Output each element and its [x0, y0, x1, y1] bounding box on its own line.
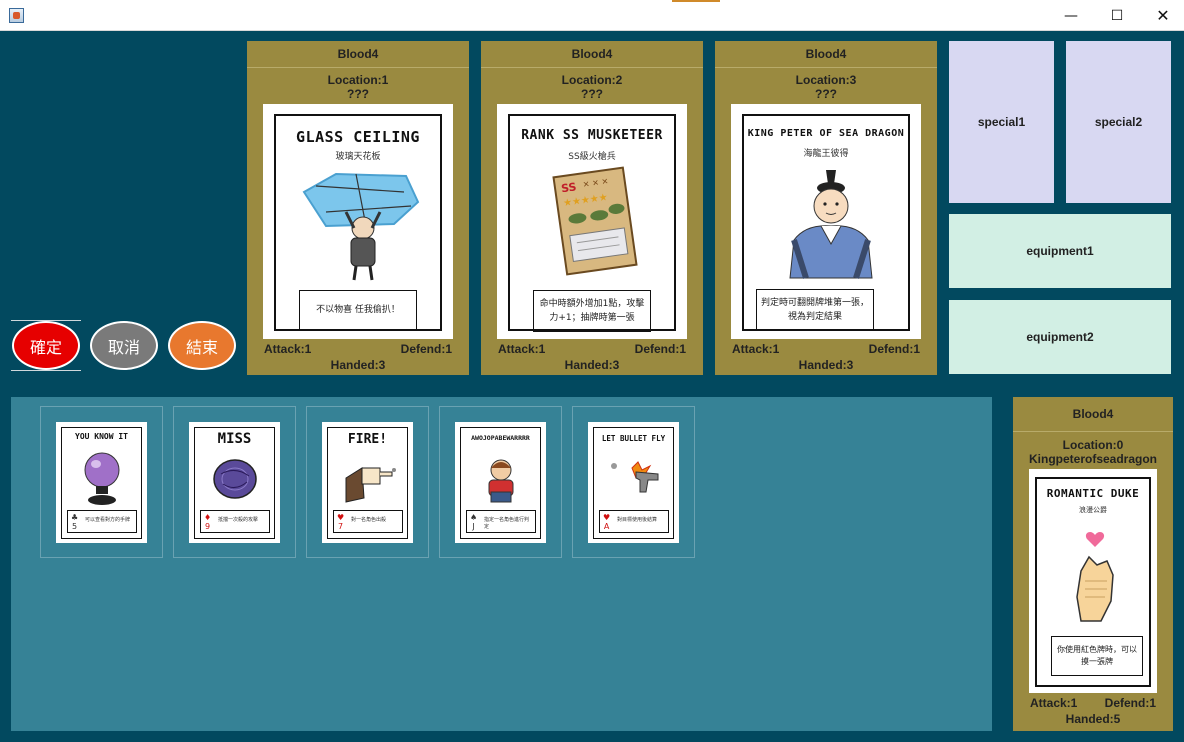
hand-card-title: FIRE!	[347, 432, 388, 447]
equipment-slot-1[interactable]: equipment1	[949, 214, 1171, 288]
hand-card[interactable]: MISS ♦ 9 抵擋一次殺的攻擊	[189, 422, 280, 543]
hand-card[interactable]: YOU KNOW IT ♣ 5 可以查看對方的手牌	[56, 422, 147, 543]
card-illustration-glass-ceiling	[302, 172, 420, 281]
end-turn-button[interactable]: 結束	[168, 321, 236, 370]
card-description: 命中時額外增加1點，攻擊力+1；抽牌時第一張	[533, 290, 651, 332]
player-location: Location:0	[1062, 438, 1124, 452]
card-description: 判定時可翻開牌堆第一張，視為判定結果	[756, 289, 874, 331]
card-title: ROMANTIC DUKE	[1046, 487, 1140, 500]
pointing-hand-icon	[345, 467, 396, 503]
card-subtitle: 玻璃天花板	[335, 152, 381, 162]
opponent-location: Location:2	[561, 73, 623, 87]
hand-card-slot[interactable]: AWOJOPABEWARRRR ♠ J 指定一名角色進行判定	[439, 406, 562, 558]
player-character-name: Kingpeterofseadragon	[1028, 452, 1157, 466]
card-subtitle: SS級火槍兵	[568, 152, 616, 162]
heart-suit-icon: ♥ 7	[337, 513, 345, 531]
java-app-icon	[9, 8, 24, 23]
club-suit-icon: ♣ 5	[71, 513, 79, 531]
hand-card-title: MISS	[217, 431, 252, 447]
opponent-handed: Handed:3	[564, 358, 620, 372]
opponent-location: Location:1	[327, 73, 389, 87]
card-illustration-samurai	[789, 170, 873, 279]
player-character-card[interactable]: ROMANTIC DUKE 浪漫公爵 你使用紅色牌時，可以摸一張牌	[1029, 469, 1157, 693]
card-rank: 5	[72, 522, 78, 531]
hand-card-text: 對目標使用後結算	[617, 517, 658, 523]
card-subtitle: 浪漫公爵	[1079, 506, 1107, 514]
player-defend: Defend:1	[1104, 696, 1156, 710]
hand-card-title: AWOJOPABEWARRRR	[471, 434, 530, 442]
spade-suit-icon: ♠ J	[470, 513, 478, 531]
opponent-blood: Blood4	[247, 41, 469, 68]
card-rank: J	[472, 522, 475, 531]
hand-card-text: 抵擋一次殺的攻擊	[218, 517, 259, 523]
hand-card[interactable]: AWOJOPABEWARRRR ♠ J 指定一名角色進行判定	[455, 422, 546, 543]
title-bar: — ☐ ✕	[0, 0, 1184, 31]
hand-card-text: 指定一名角色進行判定	[484, 517, 530, 530]
card-description: 不以物喜 任我偷扒！	[299, 290, 417, 330]
opponent-blood: Blood4	[481, 41, 703, 68]
titlebar-accent	[672, 0, 720, 2]
special-slot-1[interactable]: special1	[949, 41, 1054, 203]
crystal-ball-icon	[84, 452, 120, 505]
hand-card-slot[interactable]: MISS ♦ 9 抵擋一次殺的攻擊	[173, 406, 296, 558]
opponent-panel-3[interactable]: Blood4 Location:3 ??? KING PETER OF SEA …	[715, 41, 937, 375]
card-subtitle: 海龍王彼得	[803, 149, 849, 159]
opponent-identity: ???	[581, 87, 603, 101]
hand-card-title: YOU KNOW IT	[75, 432, 128, 441]
opponent-panel-1[interactable]: Blood4 Location:1 ??? GLASS CEILING 玻璃天花…	[247, 41, 469, 375]
opponent-defend: Defend:1	[868, 342, 920, 356]
opponent-location: Location:3	[795, 73, 857, 87]
card-rank: A	[603, 522, 610, 531]
diamond-suit-icon: ♦ 9	[204, 513, 212, 531]
pistol-icon	[611, 461, 659, 493]
hand-card[interactable]: LET BULLET FLY ♥ A 對目標使用後結算	[588, 422, 679, 543]
hand-card-slot[interactable]: FIRE! ♥ 7 對一名角色出殺	[306, 406, 429, 558]
card-rank: 9	[205, 522, 211, 531]
card-rank: 7	[338, 522, 344, 531]
player-handed: Handed:5	[1065, 712, 1121, 726]
card-title: RANK SS MUSKETEER	[521, 128, 663, 143]
opponent-handed: Handed:3	[798, 358, 854, 372]
opponent-attack: Attack:1	[732, 342, 780, 356]
confirm-button[interactable]: 確定	[12, 321, 80, 370]
player-blood: Blood4	[1013, 397, 1173, 432]
finger-heart-icon	[1076, 532, 1114, 622]
card-title: KING PETER OF SEA DRAGON	[747, 128, 905, 139]
character-card[interactable]: GLASS CEILING 玻璃天花板 不以物喜 任我偷扒！	[263, 104, 453, 339]
opponent-identity: ???	[347, 87, 369, 101]
round-shield-icon	[213, 459, 257, 499]
card-title: GLASS CEILING	[296, 128, 420, 146]
hand-card-slot[interactable]: LET BULLET FLY ♥ A 對目標使用後結算	[572, 406, 695, 558]
opponent-panel-2[interactable]: Blood4 Location:2 ??? RANK SS MUSKETEER …	[481, 41, 703, 375]
hand-area: YOU KNOW IT ♣ 5 可以查看對方的手牌 MISS ♦ 9 抵擋一次殺…	[11, 397, 992, 731]
opponent-attack: Attack:1	[498, 342, 546, 356]
cancel-button[interactable]: 取消	[90, 321, 158, 370]
hand-card-slot[interactable]: YOU KNOW IT ♣ 5 可以查看對方的手牌	[40, 406, 163, 558]
maximize-button[interactable]: ☐	[1094, 0, 1140, 31]
sad-boy-icon	[488, 459, 514, 503]
opponent-attack: Attack:1	[264, 342, 312, 356]
card-description: 你使用紅色牌時，可以摸一張牌	[1051, 636, 1143, 676]
special-slot-2[interactable]: special2	[1066, 41, 1171, 203]
hand-card-text: 可以查看對方的手牌	[85, 517, 131, 523]
minimize-button[interactable]: —	[1048, 0, 1094, 31]
close-button[interactable]: ✕	[1140, 0, 1184, 31]
opponent-defend: Defend:1	[634, 342, 686, 356]
svg-text:SS: SS	[560, 180, 577, 195]
hand-card-text: 對一名角色出殺	[351, 517, 387, 523]
hand-card[interactable]: FIRE! ♥ 7 對一名角色出殺	[322, 422, 413, 543]
player-panel[interactable]: Blood4 Location:0 Kingpeterofseadragon R…	[1013, 397, 1173, 731]
character-card[interactable]: KING PETER OF SEA DRAGON 海龍王彼得 判定時可翻開牌堆第…	[731, 104, 921, 339]
opponent-blood: Blood4	[715, 41, 937, 68]
heart-suit-icon: ♥ A	[603, 513, 611, 531]
opponent-defend: Defend:1	[400, 342, 452, 356]
opponent-identity: ???	[815, 87, 837, 101]
hand-card-title: LET BULLET FLY	[601, 434, 666, 443]
card-illustration-lottery-ticket: SS ✕ ✕ ✕ ★★★★★	[552, 166, 638, 276]
equipment-slot-2[interactable]: equipment2	[949, 300, 1171, 374]
opponent-handed: Handed:3	[330, 358, 386, 372]
player-attack: Attack:1	[1030, 696, 1078, 710]
character-card[interactable]: RANK SS MUSKETEER SS級火槍兵 SS ✕ ✕ ✕ ★★★★★ …	[497, 104, 687, 339]
